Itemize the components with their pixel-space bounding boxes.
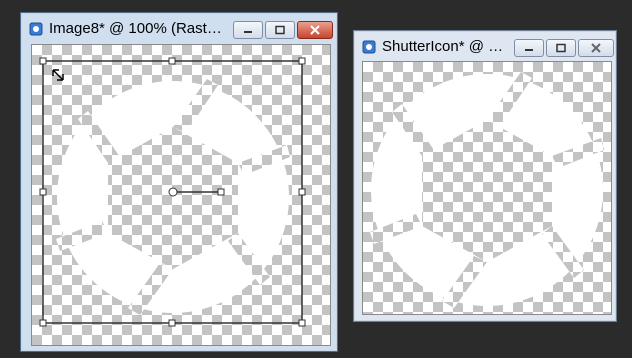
- close-button[interactable]: [297, 21, 333, 39]
- title-bar[interactable]: ShutterIcon* @ 10...: [354, 31, 616, 61]
- close-icon: [310, 25, 320, 35]
- window-title: Image8* @ 100% (Raster ...: [49, 20, 227, 37]
- shutter-graphic: [39, 57, 306, 327]
- close-icon: [591, 43, 601, 53]
- maximize-button[interactable]: [265, 21, 295, 39]
- shuttericon-window[interactable]: ShutterIcon* @ 10...: [353, 30, 617, 322]
- image-canvas[interactable]: [362, 61, 612, 315]
- window-title: ShutterIcon* @ 10...: [382, 38, 510, 55]
- document-icon: [29, 22, 43, 36]
- document-icon: [362, 40, 376, 54]
- maximize-button[interactable]: [546, 39, 576, 57]
- minimize-icon: [525, 49, 533, 51]
- image8-window[interactable]: Image8* @ 100% (Raster ...: [20, 12, 338, 352]
- close-button[interactable]: [578, 39, 614, 57]
- pivot-point: [168, 187, 178, 197]
- shutter-graphic: [370, 72, 604, 308]
- desktop: { "windows": [ { "title": "Image8* @ 100…: [0, 0, 632, 358]
- maximize-icon: [556, 43, 566, 53]
- resize-cursor-icon: [52, 69, 64, 81]
- title-bar[interactable]: Image8* @ 100% (Raster ...: [21, 13, 337, 43]
- maximize-icon: [275, 25, 285, 35]
- minimize-icon: [244, 31, 252, 33]
- image-canvas[interactable]: [31, 44, 331, 346]
- minimize-button[interactable]: [233, 21, 263, 39]
- minimize-button[interactable]: [514, 39, 544, 57]
